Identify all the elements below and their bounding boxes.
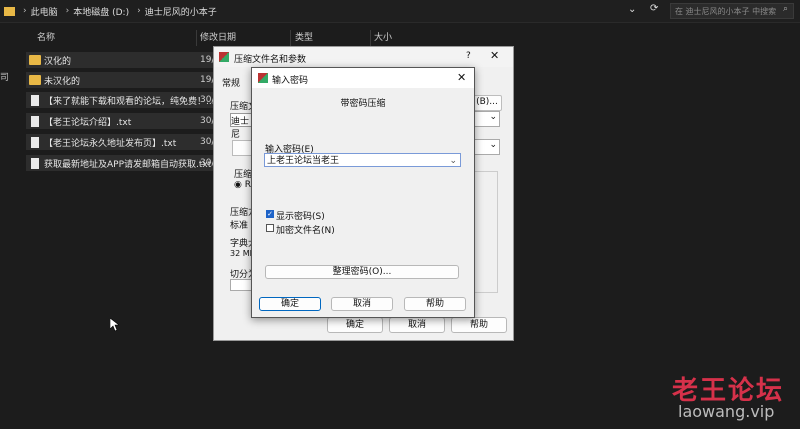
document-icon <box>31 136 39 148</box>
column-date[interactable]: 修改日期 <box>200 30 236 43</box>
cancel-button[interactable]: 取消 <box>331 297 393 311</box>
folder-icon <box>29 75 41 85</box>
chevron-down-icon[interactable]: ⌄ <box>449 154 457 168</box>
close-icon[interactable]: ✕ <box>490 49 499 62</box>
method-select[interactable]: 标准 <box>230 218 248 231</box>
list-item[interactable]: 【老王论坛介绍】.txt <box>26 113 214 129</box>
format-label: 压缩 <box>234 170 253 180</box>
ok-button[interactable]: 确定 <box>327 317 383 333</box>
profile-select[interactable]: ⌄ <box>472 139 500 155</box>
tab-general[interactable]: 常规 <box>222 76 240 89</box>
refresh-icon[interactable]: ⟳ <box>650 3 658 14</box>
document-icon <box>31 94 39 106</box>
column-divider <box>290 30 291 46</box>
password-dialog-titlebar: 输入密码 ✕ <box>252 68 474 88</box>
password-dialog-title: 输入密码 <box>272 76 309 86</box>
file-name: 【老王论坛永久地址发布页】.txt <box>44 138 177 149</box>
column-divider <box>370 30 371 46</box>
chevron-right-icon: › <box>65 6 70 16</box>
column-size[interactable]: 大小 <box>374 30 392 43</box>
file-name: 【老王论坛介绍】.txt <box>44 117 132 128</box>
search-icon: ⌕ <box>783 4 789 14</box>
ok-button[interactable]: 确定 <box>259 297 321 311</box>
folder-icon <box>29 55 41 65</box>
update-mode-select[interactable]: ⌄ <box>472 111 500 127</box>
document-icon <box>31 157 39 169</box>
list-item[interactable]: 获取最新地址及APP请发邮箱自动获取.txt <box>26 155 214 171</box>
cancel-button[interactable]: 取消 <box>389 317 445 333</box>
close-icon[interactable]: ✕ <box>457 71 466 84</box>
column-name[interactable]: 名称 <box>37 30 55 43</box>
password-input[interactable]: 上老王论坛当老王 ⌄ <box>264 153 461 167</box>
file-name: 获取最新地址及APP请发邮箱自动获取.txt <box>44 159 212 170</box>
help-button[interactable]: 帮助 <box>404 297 466 311</box>
help-icon[interactable]: ? <box>466 51 471 61</box>
archive-dialog-title: 压缩文件名和参数 <box>234 55 307 65</box>
list-item[interactable]: 未汉化的 <box>26 72 214 88</box>
list-item[interactable]: 【老王论坛永久地址发布页】.txt <box>26 134 214 150</box>
column-divider <box>196 30 197 46</box>
document-icon <box>31 115 39 127</box>
file-name: 未汉化的 <box>44 76 81 87</box>
list-item[interactable]: 【来了就能下载和观看的论坛，纯免费！... <box>26 92 214 108</box>
winrar-icon <box>219 52 229 62</box>
folder-icon <box>4 6 15 16</box>
dialog-heading: 带密码压缩 <box>340 99 386 109</box>
chevron-down-icon: ⌄ <box>489 112 497 122</box>
encrypt-names-checkbox[interactable] <box>266 224 274 232</box>
breadcrumb-item[interactable]: 迪士尼风的小本子 <box>145 5 217 18</box>
search-input[interactable]: 在 迪士尼风的小本子 中搜索 <box>670 3 794 19</box>
browse-button[interactable]: (B)... <box>472 95 502 111</box>
file-name: 【来了就能下载和观看的论坛，纯免费！... <box>44 96 214 107</box>
winrar-icon <box>258 73 268 83</box>
show-password-checkbox[interactable]: ✓ <box>266 210 274 218</box>
chevron-right-icon: › <box>23 6 27 16</box>
list-item[interactable]: 汉化的 <box>26 52 214 68</box>
chevron-right-icon: › <box>137 6 141 16</box>
address-bar: › 此电脑 › 本地磁盘 (D:) › 迪士尼风的小本子 ⌄ ⟳ 在 迪士尼风的… <box>0 0 800 23</box>
password-value: 上老王论坛当老王 <box>267 156 340 166</box>
archive-dialog-titlebar: 压缩文件名和参数 ? ✕ <box>214 47 513 67</box>
watermark-url: laowang.vip <box>678 402 775 421</box>
breadcrumb-item[interactable]: 本地磁盘 (D:) <box>73 5 129 18</box>
sidebar-item-label[interactable]: 司 <box>0 70 9 83</box>
organize-passwords-button[interactable]: 整理密码(O)... <box>265 265 459 279</box>
password-dialog: 输入密码 ✕ 带密码压缩 输入密码(E) 上老王论坛当老王 ⌄ ✓ 显示密码(S… <box>251 67 475 318</box>
breadcrumb-item[interactable]: 此电脑 <box>31 5 58 18</box>
file-name: 汉化的 <box>44 56 72 67</box>
chevron-down-icon[interactable]: ⌄ <box>628 4 636 15</box>
chevron-down-icon: ⌄ <box>489 140 497 150</box>
cursor-icon <box>110 318 119 332</box>
column-type[interactable]: 类型 <box>295 30 313 43</box>
encrypt-names-label[interactable]: 加密文件名(N) <box>276 223 335 236</box>
show-password-label[interactable]: 显示密码(S) <box>276 209 325 222</box>
breadcrumb: › 此电脑 › 本地磁盘 (D:) › 迪士尼风的小本子 <box>2 2 642 20</box>
help-button[interactable]: 帮助 <box>451 317 507 333</box>
